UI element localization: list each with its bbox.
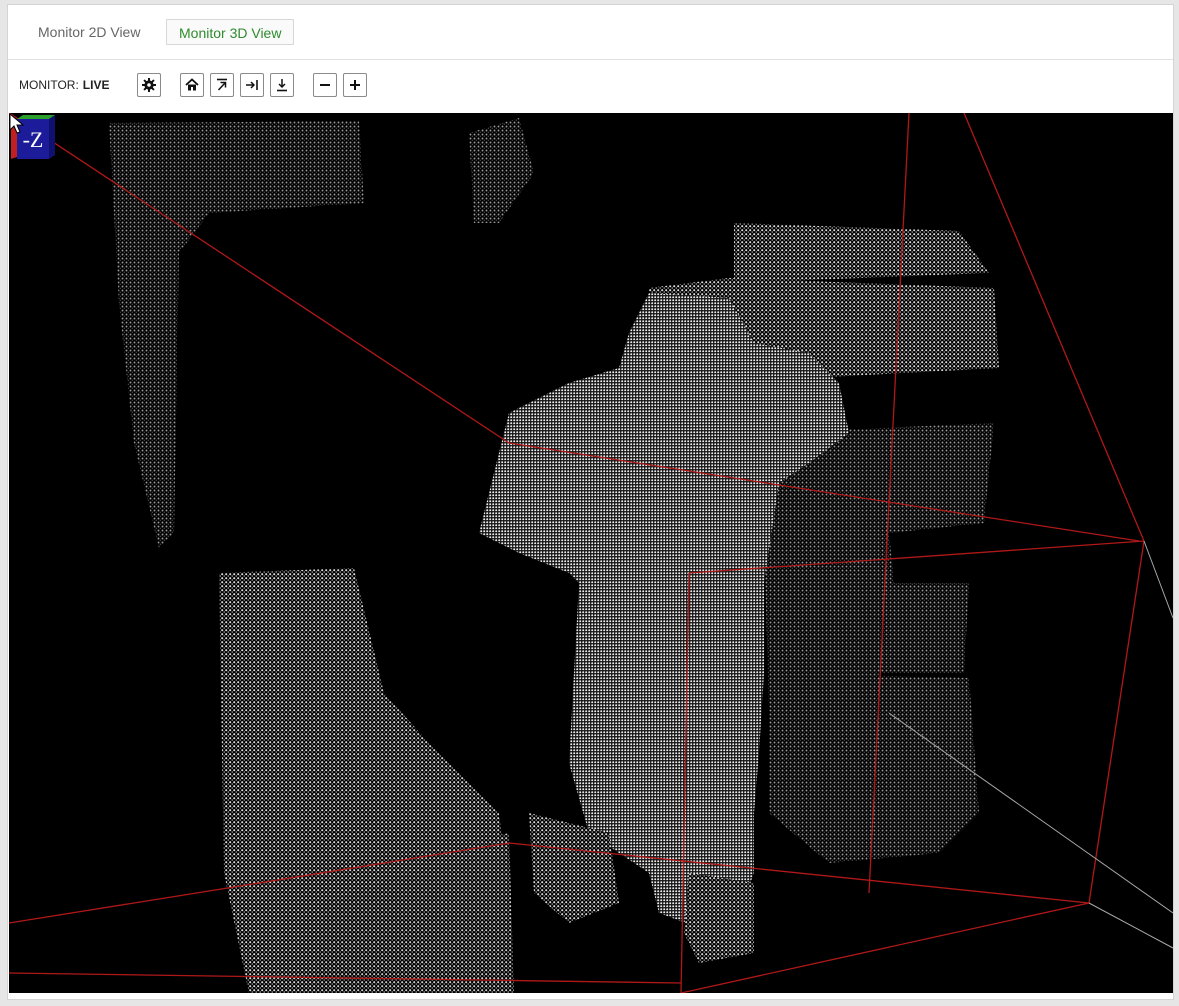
front-view-button[interactable] (270, 73, 294, 97)
axis-label: -Z (23, 127, 44, 152)
tab-monitor-3d-view[interactable]: Monitor 3D View (166, 19, 295, 45)
point-cloud-canvas (9, 113, 1173, 993)
point-cloud-wall (109, 118, 534, 548)
zoom-out-button[interactable] (313, 73, 337, 97)
viewer-toolbar: MONITOR: LIVE (8, 61, 1173, 111)
download-arrow-icon (277, 79, 287, 92)
arrow-to-top-icon (217, 78, 227, 91)
monitor-status: MONITOR: LIVE (19, 78, 109, 92)
gear-icon (142, 78, 156, 92)
plus-icon (350, 80, 360, 90)
arrow-to-right-icon (246, 80, 258, 90)
point-cloud-cabinet (219, 568, 514, 993)
tab-monitor-2d-view[interactable]: Monitor 2D View (26, 19, 152, 45)
settings-button[interactable] (137, 73, 161, 97)
top-view-button[interactable] (210, 73, 234, 97)
monitor-state-badge: LIVE (82, 78, 110, 92)
home-view-button[interactable] (180, 73, 204, 97)
mouse-cursor-icon (9, 113, 25, 134)
side-view-button[interactable] (240, 73, 264, 97)
view-tabs: Monitor 2D View Monitor 3D View (8, 5, 1173, 60)
monitor-prefix: MONITOR: (19, 78, 79, 92)
monitor-panel: Monitor 2D View Monitor 3D View MONITOR:… (7, 4, 1174, 1000)
home-icon (185, 78, 199, 91)
minus-icon (320, 84, 330, 86)
zoom-in-button[interactable] (343, 73, 367, 97)
point-cloud-3d-viewport[interactable]: -Z (9, 113, 1173, 993)
